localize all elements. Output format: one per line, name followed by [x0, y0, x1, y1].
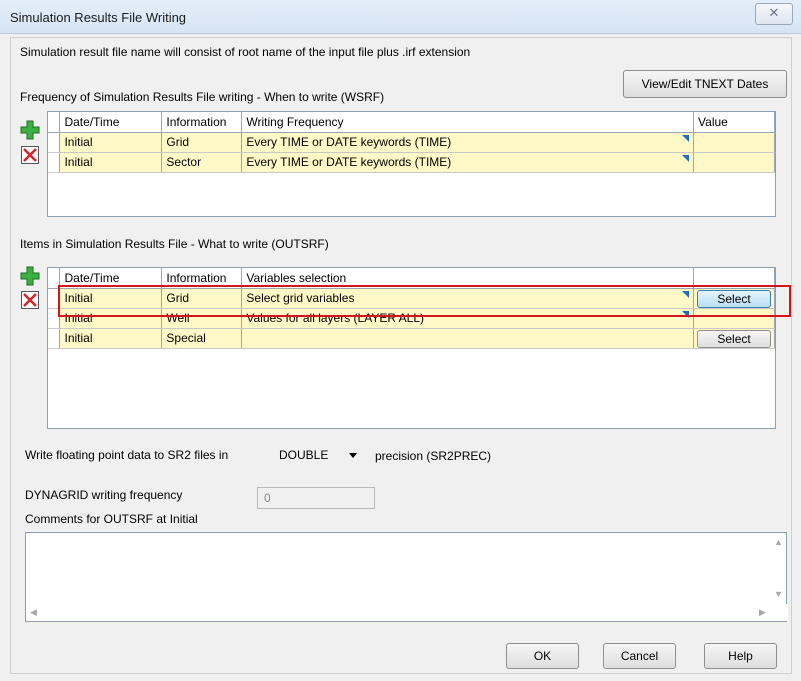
info-cell[interactable]: Well: [161, 308, 243, 329]
info-cell[interactable]: Grid: [161, 132, 243, 153]
delete-row-icon[interactable]: [20, 290, 40, 310]
table-row[interactable]: Initial Sector Every TIME or DATE keywor…: [48, 152, 775, 173]
selection-cell[interactable]: Values for all layers (LAYER ALL): [241, 308, 695, 329]
table-row[interactable]: Initial Special Select: [48, 328, 775, 349]
info-text: Simulation result file name will consist…: [20, 45, 471, 59]
select-grid-button[interactable]: Select: [697, 289, 772, 307]
selection-text: Values for all layers (LAYER ALL): [246, 311, 425, 325]
action-cell: Select: [693, 288, 775, 309]
scroll-left-icon[interactable]: ◀: [30, 607, 37, 618]
title-bar: Simulation Results File Writing ✕: [0, 0, 801, 34]
date-cell[interactable]: Initial: [59, 152, 163, 173]
add-row-icon[interactable]: [20, 266, 40, 286]
horizontal-scrollbar[interactable]: ◀ ▶: [26, 604, 788, 621]
table-header: Date/Time Information Variables selectio…: [48, 268, 775, 289]
dropdown-marker-icon[interactable]: [682, 310, 690, 318]
table-header: Date/Time Information Writing Frequency …: [48, 112, 775, 133]
row-header[interactable]: [48, 152, 61, 173]
dynagrid-field: 0: [257, 487, 375, 509]
close-icon: ✕: [768, 5, 780, 20]
outsrf-table: Date/Time Information Variables selectio…: [47, 267, 776, 429]
wsrf-heading: Frequency of Simulation Results File wri…: [20, 90, 385, 104]
info-cell[interactable]: Sector: [161, 152, 243, 173]
comments-label: Comments for OUTSRF at Initial: [25, 512, 198, 526]
col-header: Writing Frequency: [241, 112, 695, 133]
info-cell[interactable]: Grid: [161, 288, 243, 309]
frequency-text: Every TIME or DATE keywords (TIME): [246, 135, 452, 149]
row-header[interactable]: [48, 308, 61, 329]
precision-label: Write floating point data to SR2 files i…: [25, 448, 229, 462]
vertical-scrollbar[interactable]: ▲ ▼: [769, 533, 786, 605]
row-header[interactable]: [48, 328, 61, 349]
action-cell: [693, 308, 775, 329]
date-cell[interactable]: Initial: [59, 288, 163, 309]
date-cell[interactable]: Initial: [59, 308, 163, 329]
frequency-text: Every TIME or DATE keywords (TIME): [246, 155, 452, 169]
col-header: Value: [693, 112, 775, 133]
date-cell[interactable]: Initial: [59, 132, 163, 153]
ok-button[interactable]: OK: [506, 643, 579, 669]
close-button[interactable]: ✕: [755, 3, 793, 25]
scroll-right-icon[interactable]: ▶: [759, 607, 766, 618]
scroll-up-icon[interactable]: ▲: [774, 537, 783, 547]
scroll-down-icon[interactable]: ▼: [774, 589, 783, 599]
col-header: Date/Time: [59, 112, 163, 133]
wsrf-table: Date/Time Information Writing Frequency …: [47, 111, 776, 217]
row-header: [48, 268, 61, 289]
row-header: [48, 112, 61, 133]
dialog-body: Simulation result file name will consist…: [10, 37, 792, 674]
frequency-cell[interactable]: Every TIME or DATE keywords (TIME): [241, 132, 695, 153]
col-header: [693, 268, 775, 289]
col-header: Information: [161, 112, 243, 133]
dropdown-marker-icon[interactable]: [682, 154, 690, 162]
table-row[interactable]: Initial Well Values for all layers (LAYE…: [48, 308, 775, 329]
selection-text: Select grid variables: [246, 291, 355, 305]
info-cell[interactable]: Special: [161, 328, 243, 349]
outsrf-heading: Items in Simulation Results File - What …: [20, 237, 329, 251]
col-header: Variables selection: [241, 268, 695, 289]
col-header: Date/Time: [59, 268, 163, 289]
add-row-icon[interactable]: [20, 120, 40, 140]
window-title: Simulation Results File Writing: [10, 10, 187, 25]
dynagrid-label: DYNAGRID writing frequency: [25, 488, 183, 502]
delete-row-icon[interactable]: [20, 145, 40, 165]
value-cell[interactable]: [693, 132, 775, 153]
precision-value: DOUBLE: [279, 448, 329, 462]
dropdown-marker-icon[interactable]: [682, 290, 690, 298]
table-row[interactable]: Initial Grid Every TIME or DATE keywords…: [48, 132, 775, 153]
select-special-button[interactable]: Select: [697, 329, 772, 347]
view-edit-tnext-button[interactable]: View/Edit TNEXT Dates: [623, 70, 787, 98]
chevron-down-icon: [349, 453, 357, 458]
row-header[interactable]: [48, 132, 61, 153]
selection-cell[interactable]: Select grid variables: [241, 288, 695, 309]
col-header: Information: [161, 268, 243, 289]
table-row[interactable]: Initial Grid Select grid variables Selec…: [48, 288, 775, 309]
precision-suffix: precision (SR2PREC): [375, 449, 492, 463]
action-cell: Select: [693, 328, 775, 349]
comments-textarea[interactable]: ▲ ▼ ◀ ▶: [25, 532, 788, 622]
frequency-cell[interactable]: Every TIME or DATE keywords (TIME): [241, 152, 695, 173]
cancel-button[interactable]: Cancel: [603, 643, 676, 669]
row-header[interactable]: [48, 288, 61, 309]
selection-cell[interactable]: [241, 328, 695, 349]
precision-select[interactable]: DOUBLE: [264, 444, 364, 466]
value-cell[interactable]: [693, 152, 775, 173]
dropdown-marker-icon[interactable]: [682, 134, 690, 142]
help-button[interactable]: Help: [704, 643, 777, 669]
date-cell[interactable]: Initial: [59, 328, 163, 349]
